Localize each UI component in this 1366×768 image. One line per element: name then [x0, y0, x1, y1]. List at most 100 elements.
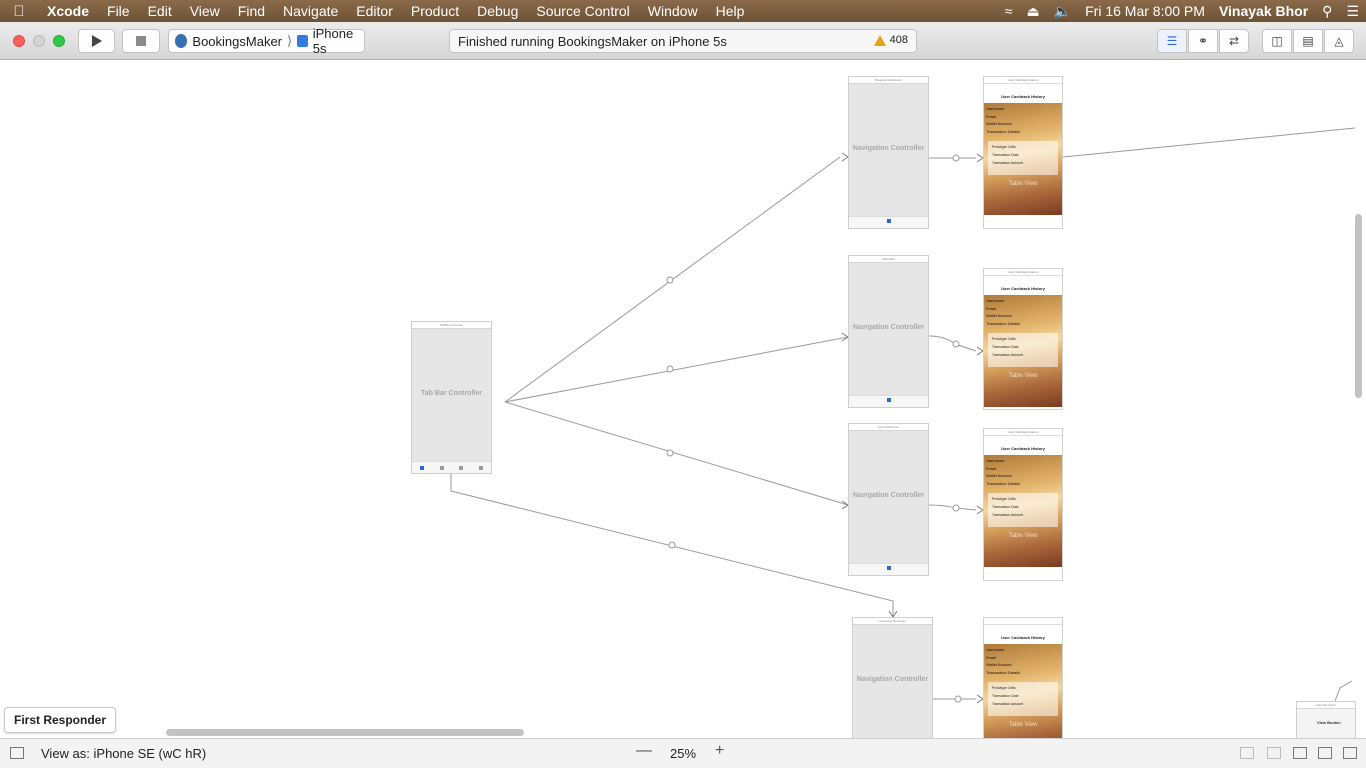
view-as-device-label[interactable]: View as: iPhone SE (wC hR): [41, 746, 206, 761]
view-controller-scene[interactable]: User Cashback History User Cashback Hist…: [983, 76, 1063, 229]
tab-bar-item: [849, 563, 928, 575]
tab-bar-item: [849, 395, 928, 407]
prototype-cell: Prototype Cells Transaction Date Transac…: [988, 493, 1058, 527]
toggle-debug-area-button[interactable]: ▤: [1293, 29, 1323, 53]
menu-source-control[interactable]: Source Control: [527, 0, 638, 22]
menu-user[interactable]: Vinayak Bhor: [1212, 0, 1315, 22]
run-button[interactable]: [78, 29, 115, 53]
arrows-icon: ⇄: [1228, 34, 1240, 48]
embed-in-stack-icon[interactable]: [1240, 747, 1254, 759]
menu-editor[interactable]: Editor: [347, 0, 402, 22]
document-outline-toggle-icon[interactable]: [10, 747, 24, 759]
cell-title: Prototype Cells: [992, 497, 1016, 501]
stop-icon: [136, 36, 146, 46]
tab-bar: [412, 461, 491, 473]
cell-line: Transaction Amount: [992, 513, 1023, 517]
navigation-controller-scene[interactable]: Booking Dashboard Navigation Controller: [848, 76, 929, 229]
play-icon: [91, 35, 102, 47]
menu-window[interactable]: Window: [639, 0, 707, 22]
view-controller-scene[interactable]: User Cashback History User Cashback Hist…: [983, 268, 1063, 410]
volume-icon[interactable]: 🔈: [1047, 0, 1078, 22]
field-label: Wallet Amount: [986, 662, 1012, 667]
scheme-name[interactable]: BookingsMaker: [192, 34, 282, 49]
scene-title: User Cashback History: [1001, 286, 1045, 291]
menu-app-name[interactable]: Xcode: [38, 0, 98, 22]
field-label: Transaction Details: [986, 669, 1021, 675]
menu-product[interactable]: Product: [402, 0, 468, 22]
align-icon[interactable]: [1293, 747, 1307, 759]
eject-icon[interactable]: ⏏: [1019, 0, 1046, 22]
tab-bar-controller-scene[interactable]: TabBar Controller Tab Bar Controller: [411, 321, 492, 474]
assistant-editor-button[interactable]: ⚭: [1188, 29, 1218, 53]
scene-header: User Cashback History: [984, 269, 1062, 276]
tab-bar-item: [849, 216, 928, 228]
table-view-label: Table View: [1008, 533, 1038, 539]
tab-item-icon: [459, 465, 464, 470]
zoom-window-button[interactable]: [53, 35, 65, 47]
prototype-cell: Prototype Cells Transaction Date Transac…: [988, 141, 1058, 175]
menu-navigate[interactable]: Navigate: [274, 0, 347, 22]
close-window-button[interactable]: [13, 35, 25, 47]
field-labels: Username Email Wallet Amount Transaction…: [986, 646, 1020, 676]
scene-label: Navigation Controller: [856, 676, 929, 683]
pin-icon[interactable]: [1318, 747, 1332, 759]
menu-help[interactable]: Help: [707, 0, 754, 22]
scene-header: View Bookings: [1297, 702, 1355, 709]
field-label: Wallet Amount: [986, 313, 1012, 318]
table-view-label: Table View: [1008, 722, 1038, 728]
warnings-badge[interactable]: 408: [873, 34, 908, 46]
vertical-scrollbar[interactable]: [1355, 214, 1362, 398]
menu-find[interactable]: Find: [229, 0, 274, 22]
cell-line: Transaction Amount: [992, 702, 1023, 706]
scene-title: User Cashback History: [1001, 635, 1045, 640]
view-controller-scene[interactable]: User Cashback History Username Email Wal…: [983, 617, 1063, 738]
scene-header: Cashback: [849, 256, 928, 263]
left-panel-icon: ◫: [1271, 34, 1283, 48]
status-text: Finished running BookingsMaker on iPhone…: [458, 33, 727, 49]
device-name[interactable]: iPhone 5s: [313, 26, 364, 56]
standard-editor-button[interactable]: ☰: [1157, 29, 1187, 53]
scene-header: Customer Bookings: [853, 618, 932, 625]
field-label: Username: [986, 106, 1005, 111]
cell-line: Transaction Amount: [992, 353, 1023, 357]
warnings-count: 408: [889, 34, 908, 46]
view-controller-scene[interactable]: User Cashback History User Cashback Hist…: [983, 428, 1063, 581]
menu-file[interactable]: File: [98, 0, 139, 22]
wifi-icon[interactable]: ≈: [998, 0, 1020, 22]
tab-item-icon: [479, 465, 484, 470]
menu-clock[interactable]: Fri 16 Mar 8:00 PM: [1078, 0, 1212, 22]
scene-label: Navigation Controller: [852, 323, 925, 331]
update-frames-icon[interactable]: [1267, 747, 1281, 759]
navigation-controller-scene[interactable]: App Refference Navigation Controller: [848, 423, 929, 576]
storyboard-canvas[interactable]: TabBar Controller Tab Bar Controller Boo…: [0, 61, 1366, 738]
zoom-in-button[interactable]: +: [715, 742, 724, 760]
bottom-bar: View as: iPhone SE (wC hR) — 25% +: [0, 738, 1366, 768]
navigation-controller-scene[interactable]: Customer Bookings Navigation Controller: [852, 617, 933, 738]
field-label: Transaction Details: [986, 320, 1021, 326]
toggle-utilities-button[interactable]: ◬: [1324, 29, 1354, 53]
horizontal-scrollbar[interactable]: [166, 729, 524, 736]
app-icon: [175, 34, 188, 48]
menu-view[interactable]: View: [181, 0, 229, 22]
scene-header: User Cashback History: [984, 77, 1062, 84]
scheme-selector[interactable]: BookingsMaker ⟩ iPhone 5s: [168, 26, 365, 56]
notification-center-icon[interactable]: ☰: [1339, 0, 1366, 22]
minimize-window-button[interactable]: [33, 35, 45, 47]
zoom-out-button[interactable]: —: [636, 742, 652, 760]
field-label: Email: [986, 465, 997, 471]
menu-edit[interactable]: Edit: [139, 0, 181, 22]
menu-debug[interactable]: Debug: [468, 0, 527, 22]
apple-menu-icon[interactable]: : [0, 3, 38, 20]
navigation-controller-scene[interactable]: Cashback Navigation Controller: [848, 255, 929, 408]
stop-button[interactable]: [122, 29, 160, 53]
scene-header: Booking Dashboard: [849, 77, 928, 84]
spotlight-search-icon[interactable]: ⚲: [1315, 0, 1339, 22]
toggle-navigator-button[interactable]: ◫: [1262, 29, 1292, 53]
resolve-auto-layout-icon[interactable]: [1343, 747, 1357, 759]
version-editor-button[interactable]: ⇄: [1219, 29, 1249, 53]
tab-item-icon: [887, 398, 891, 402]
cell-title: Prototype Cells: [992, 686, 1016, 690]
cell-line: Transaction Date: [992, 505, 1019, 509]
cell-line: Transaction Amount: [992, 161, 1023, 165]
view-bookings-scene[interactable]: View Bookings View Bookin: [1296, 701, 1356, 738]
